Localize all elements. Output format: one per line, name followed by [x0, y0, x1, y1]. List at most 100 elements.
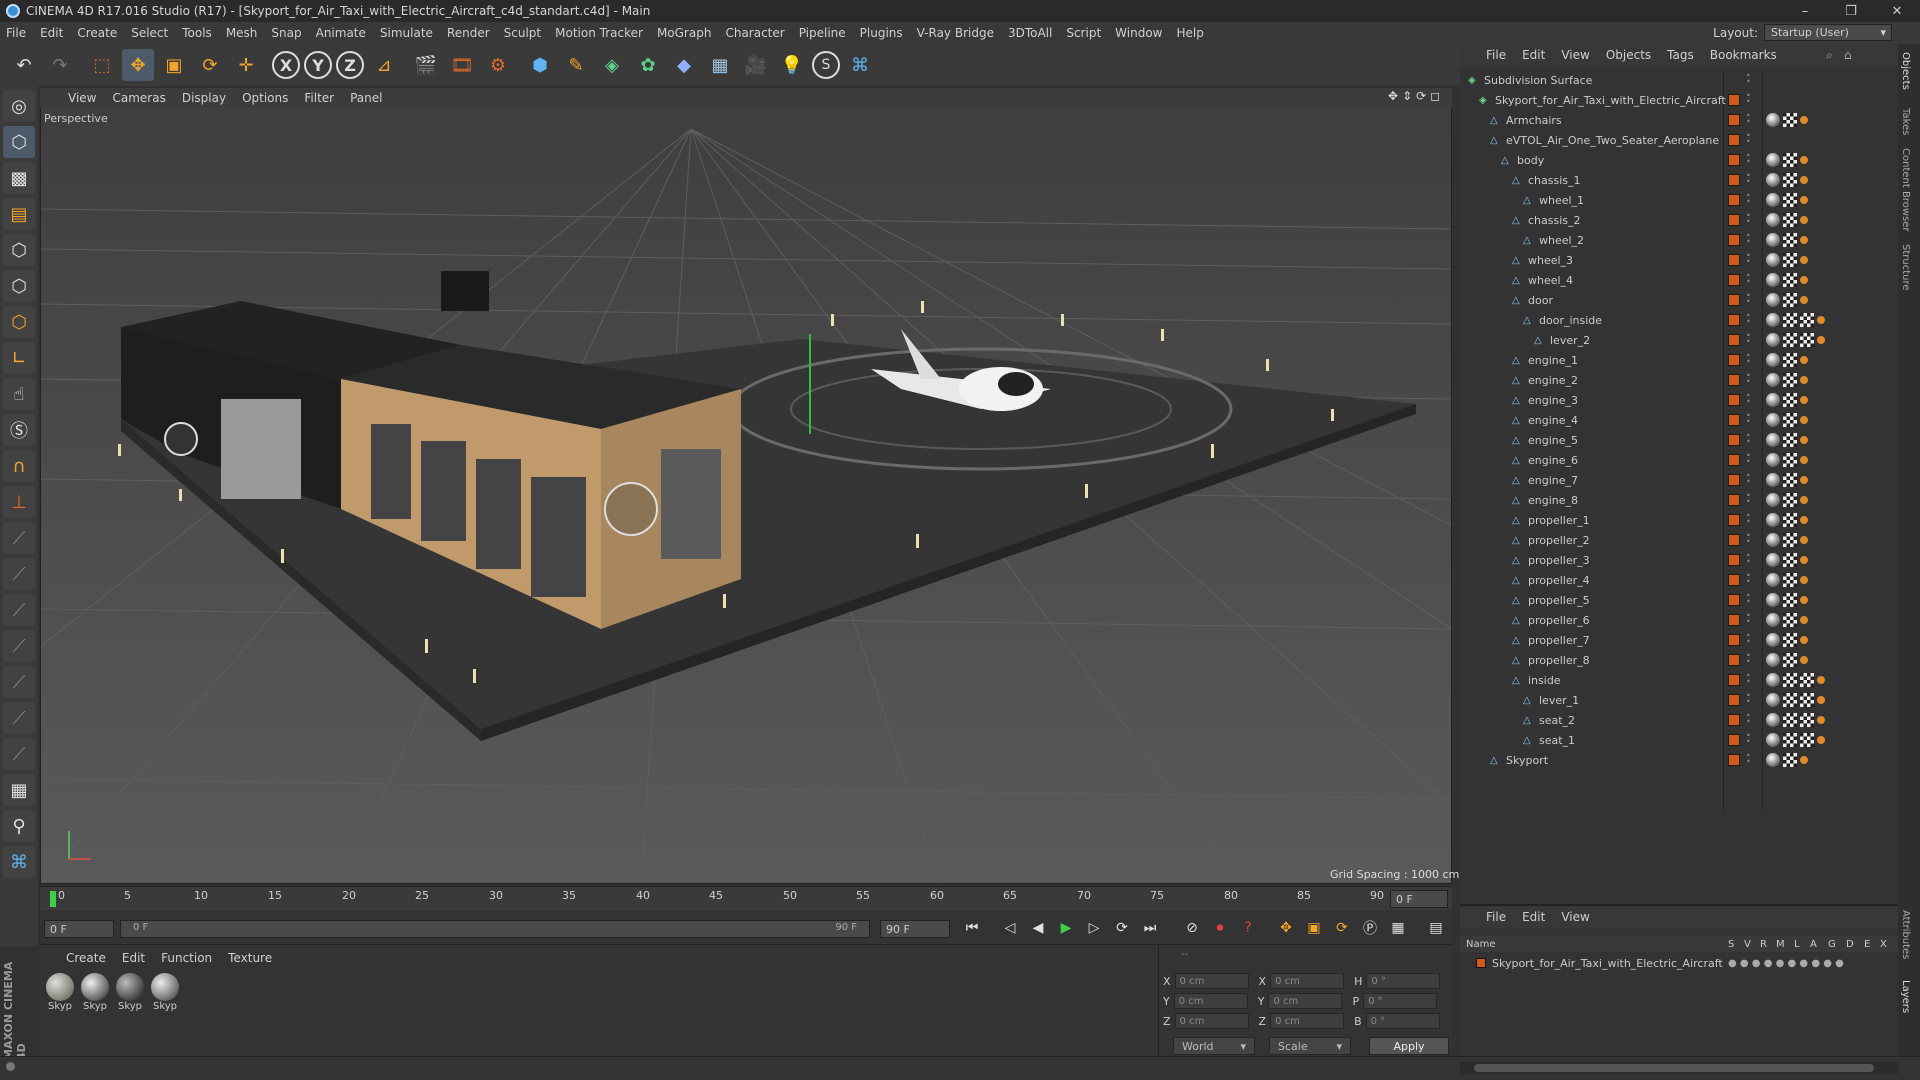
- phong-tag-icon[interactable]: [1800, 276, 1808, 284]
- material-tag-icon[interactable]: [1766, 493, 1780, 507]
- layer-color-swatch[interactable]: [1728, 254, 1740, 266]
- rotate-icon[interactable]: ⟳: [194, 49, 226, 81]
- layer-color-swatch[interactable]: [1728, 334, 1740, 346]
- object-tree-row[interactable]: △ engine_1 • •: [1460, 350, 1898, 370]
- minimize-button[interactable]: –: [1782, 0, 1828, 22]
- visibility-dots-icon[interactable]: • •: [1746, 732, 1752, 747]
- phong-tag-icon[interactable]: [1800, 156, 1808, 164]
- object-tree-row[interactable]: △ propeller_6 • •: [1460, 610, 1898, 630]
- tab-objects[interactable]: Objects: [1900, 52, 1911, 90]
- pen-spline-icon[interactable]: ✎: [560, 49, 592, 81]
- tab-attributes[interactable]: Attributes: [1900, 910, 1911, 959]
- object-name[interactable]: wheel_3: [1528, 254, 1573, 267]
- phong-tag-icon[interactable]: [1800, 616, 1808, 624]
- layers-menu-edit[interactable]: Edit: [1522, 910, 1545, 924]
- layer-name[interactable]: Skyport_for_Air_Taxi_with_Electric_Aircr…: [1492, 957, 1723, 970]
- floor-icon[interactable]: ▦: [704, 49, 736, 81]
- layer-color-swatch[interactable]: [1728, 234, 1740, 246]
- orbit-icon[interactable]: ⟳: [1416, 89, 1426, 103]
- deformer-icon[interactable]: ◆: [668, 49, 700, 81]
- uvw-tag-icon[interactable]: [1783, 613, 1797, 627]
- texture-mode-icon[interactable]: ▩: [3, 162, 35, 194]
- material-tag-icon[interactable]: [1766, 453, 1780, 467]
- visibility-dots-icon[interactable]: • •: [1746, 132, 1752, 147]
- selection-tag-icon[interactable]: [1800, 713, 1814, 727]
- uvw-tag-icon[interactable]: [1783, 493, 1797, 507]
- phong-tag-icon[interactable]: [1800, 376, 1808, 384]
- dolly-icon[interactable]: ⇕: [1402, 89, 1412, 103]
- material-tag-icon[interactable]: [1766, 233, 1780, 247]
- material-tag-icon[interactable]: [1766, 293, 1780, 307]
- menu-tools[interactable]: Tools: [182, 26, 212, 40]
- uvw-tag-icon[interactable]: [1783, 553, 1797, 567]
- phong-tag-icon[interactable]: [1817, 716, 1825, 724]
- layer-color-swatch[interactable]: [1728, 194, 1740, 206]
- end-frame-field[interactable]: 90 F: [880, 920, 950, 938]
- object-name[interactable]: propeller_2: [1528, 534, 1590, 547]
- grid-icon[interactable]: ▦: [3, 774, 35, 806]
- layer-color-swatch[interactable]: [1728, 434, 1740, 446]
- x-axis-icon[interactable]: X: [272, 51, 300, 79]
- visibility-dots-icon[interactable]: • •: [1746, 72, 1752, 87]
- phong-tag-icon[interactable]: [1800, 296, 1808, 304]
- layer-color-swatch[interactable]: [1476, 958, 1486, 968]
- coordinate-space-dropdown[interactable]: World ▾: [1173, 1037, 1255, 1055]
- key-pla-icon[interactable]: ▦: [1386, 916, 1410, 940]
- object-tree-row[interactable]: △ seat_2 • •: [1460, 710, 1898, 730]
- objects-menu-objects[interactable]: Objects: [1606, 48, 1651, 62]
- rotation-b-field[interactable]: 0 °: [1365, 1013, 1440, 1029]
- menu-character[interactable]: Character: [725, 26, 784, 40]
- sculpt-flatten-icon[interactable]: ⟋: [3, 630, 35, 662]
- uvw-tag-icon[interactable]: [1783, 653, 1797, 667]
- horizontal-scrollbar[interactable]: [1460, 1062, 1898, 1074]
- uvw-tag-icon[interactable]: [1783, 273, 1797, 287]
- phong-tag-icon[interactable]: [1800, 256, 1808, 264]
- object-name[interactable]: lever_2: [1550, 334, 1590, 347]
- visibility-dots-icon[interactable]: • •: [1746, 332, 1752, 347]
- material-tag-icon[interactable]: [1766, 653, 1780, 667]
- object-name[interactable]: engine_1: [1528, 354, 1578, 367]
- uvw-tag-icon[interactable]: [1783, 473, 1797, 487]
- object-tree-row[interactable]: △ chassis_2 • •: [1460, 210, 1898, 230]
- deform-icon[interactable]: ⚲: [3, 810, 35, 842]
- selection-tag-icon[interactable]: [1800, 673, 1814, 687]
- phong-tag-icon[interactable]: [1800, 536, 1808, 544]
- menu-vray-bridge[interactable]: V-Ray Bridge: [917, 26, 994, 40]
- subdivision-icon[interactable]: ◈: [596, 49, 628, 81]
- material-menu-edit[interactable]: Edit: [122, 951, 145, 965]
- material-tag-icon[interactable]: [1766, 693, 1780, 707]
- phong-tag-icon[interactable]: [1800, 756, 1808, 764]
- layer-color-swatch[interactable]: [1728, 94, 1740, 106]
- uvw-tag-icon[interactable]: [1783, 213, 1797, 227]
- sculpt-inflate-icon[interactable]: ⟋: [3, 666, 35, 698]
- object-tree-row[interactable]: △ seat_1 • •: [1460, 730, 1898, 750]
- layout-dropdown[interactable]: Startup (User) ▾: [1764, 24, 1892, 41]
- object-tree-row[interactable]: △ engine_7 • •: [1460, 470, 1898, 490]
- object-name[interactable]: door: [1528, 294, 1553, 307]
- close-button[interactable]: ✕: [1874, 0, 1920, 22]
- render-settings-icon[interactable]: ⚙: [482, 49, 514, 81]
- visibility-dots-icon[interactable]: • •: [1746, 312, 1752, 327]
- menu-pipeline[interactable]: Pipeline: [799, 26, 846, 40]
- uvw-tag-icon[interactable]: [1783, 113, 1797, 127]
- material-tag-icon[interactable]: [1766, 513, 1780, 527]
- object-name[interactable]: propeller_7: [1528, 634, 1590, 647]
- material-tag-icon[interactable]: [1766, 153, 1780, 167]
- phong-tag-icon[interactable]: [1800, 636, 1808, 644]
- object-name[interactable]: seat_2: [1539, 714, 1575, 727]
- menu-snap[interactable]: Snap: [271, 26, 301, 40]
- object-tree-row[interactable]: △ engine_5 • •: [1460, 430, 1898, 450]
- viewport-menu-panel[interactable]: Panel: [350, 91, 382, 105]
- uvw-tag-icon[interactable]: [1783, 233, 1797, 247]
- sculpt-grab-icon[interactable]: ⟋: [3, 702, 35, 734]
- phong-tag-icon[interactable]: [1800, 556, 1808, 564]
- current-frame-field[interactable]: 0 F: [1390, 890, 1448, 908]
- pan-icon[interactable]: ✥: [1388, 89, 1398, 103]
- uvw-tag-icon[interactable]: [1783, 393, 1797, 407]
- visibility-dots-icon[interactable]: • •: [1746, 192, 1752, 207]
- object-tree-row[interactable]: △ engine_8 • •: [1460, 490, 1898, 510]
- snap-icon[interactable]: Ⓢ: [3, 414, 35, 446]
- material-tag-icon[interactable]: [1766, 733, 1780, 747]
- uvw-tag-icon[interactable]: [1783, 573, 1797, 587]
- object-name[interactable]: engine_3: [1528, 394, 1578, 407]
